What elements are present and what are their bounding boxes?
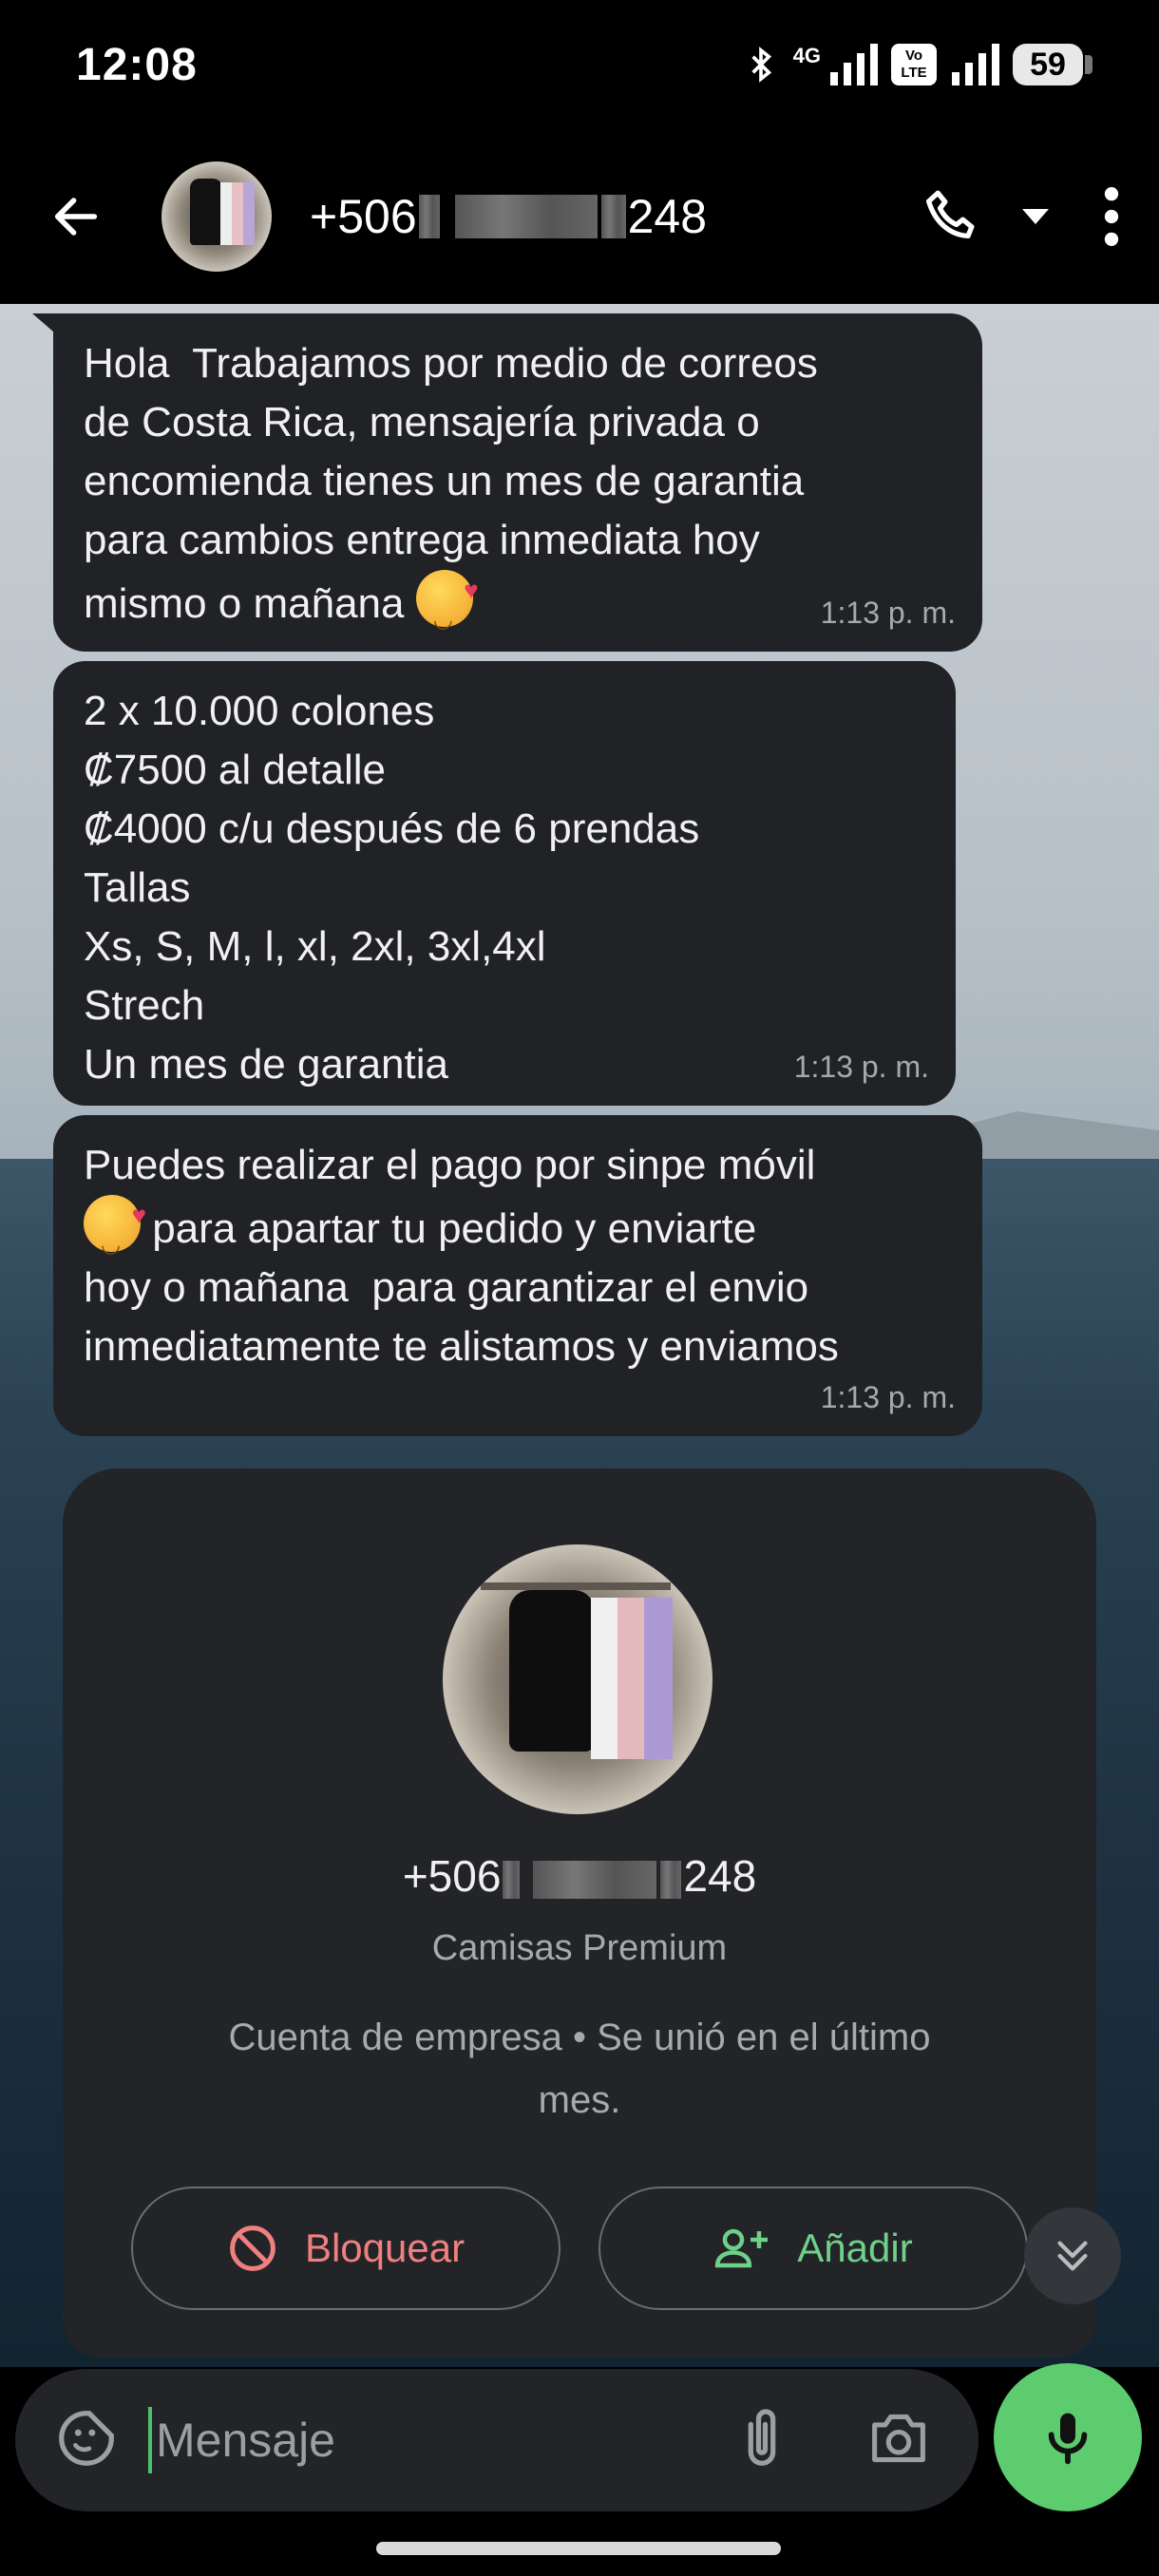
contact-number-prefix: +506 bbox=[310, 190, 417, 243]
card-number-prefix: +506 bbox=[402, 1851, 502, 1901]
contact-number-suffix: 248 bbox=[627, 190, 708, 243]
message-bubble[interactable]: Hola Trabajamos por medio de correos de … bbox=[53, 313, 982, 652]
message-line: para apartar tu pedido y enviarte bbox=[84, 1185, 954, 1275]
message-time: 1:13 p. m. bbox=[820, 1380, 956, 1414]
message-bubble[interactable]: Puedes realizar el pago por sinpe móvil … bbox=[53, 1115, 982, 1436]
redacted-block bbox=[600, 195, 626, 238]
block-button[interactable]: Bloquear bbox=[131, 2187, 560, 2310]
smiling-face-with-hearts-icon bbox=[84, 1185, 146, 1275]
header-actions bbox=[920, 183, 1121, 250]
card-number-suffix: 248 bbox=[683, 1851, 757, 1901]
card-contact-number: +506 248 bbox=[63, 1850, 1096, 1902]
account-description-line: Cuenta de empresa • Se unió en el último bbox=[228, 2017, 931, 2058]
attach-icon[interactable] bbox=[733, 2405, 790, 2476]
voice-message-button[interactable] bbox=[994, 2363, 1142, 2511]
back-arrow-icon[interactable] bbox=[38, 179, 114, 255]
business-name: Camisas Premium bbox=[431, 1928, 728, 1968]
chat-header: +506 248 bbox=[0, 129, 1159, 304]
status-icons: 4G Vo LTE 59 bbox=[742, 42, 1092, 87]
add-contact-button[interactable]: Añadir bbox=[598, 2187, 1028, 2310]
gesture-handle[interactable] bbox=[376, 2542, 781, 2555]
signal-icon bbox=[830, 44, 878, 85]
message-line: Strech bbox=[84, 982, 205, 1029]
more-vert-icon[interactable] bbox=[1102, 187, 1121, 246]
add-button-label: Añadir bbox=[797, 2226, 913, 2270]
sticker-icon[interactable] bbox=[53, 2405, 120, 2476]
redacted-block bbox=[454, 195, 598, 238]
contact-info-card: +506 248 Camisas Premium Cuenta de empres… bbox=[63, 1468, 1096, 2358]
volte-icon: Vo LTE bbox=[891, 44, 937, 85]
message-composer bbox=[15, 2369, 978, 2511]
text-cursor bbox=[148, 2407, 152, 2473]
message-line: Tallas bbox=[84, 864, 191, 911]
signal-icon-2 bbox=[952, 44, 999, 85]
message-line: Xs, S, M, l, xl, 2xl, 3xl,4xl bbox=[84, 923, 546, 970]
message-line: ₡4000 c/u después de 6 prendas bbox=[84, 805, 700, 852]
add-person-icon bbox=[715, 2228, 769, 2268]
redacted-block bbox=[418, 195, 440, 238]
message-line: 2 x 10.000 colones bbox=[84, 688, 435, 734]
contact-avatar-large[interactable] bbox=[443, 1544, 712, 1814]
redacted-block bbox=[503, 1860, 521, 1899]
dropdown-icon[interactable] bbox=[1020, 207, 1051, 226]
message-line: Hola Trabajamos por medio de correos bbox=[84, 340, 818, 387]
block-icon bbox=[230, 2226, 276, 2271]
phone-icon[interactable] bbox=[920, 183, 986, 250]
message-line: Puedes realizar el pago por sinpe móvil bbox=[84, 1142, 816, 1188]
block-button-label: Bloquear bbox=[304, 2226, 466, 2270]
status-time: 12:08 bbox=[76, 39, 198, 90]
message-line-text: para apartar tu pedido y enviarte bbox=[141, 1205, 757, 1252]
message-time: 1:13 p. m. bbox=[793, 1050, 929, 1084]
message-line: ₡7500 al detalle bbox=[84, 747, 387, 793]
network-type-label: 4G bbox=[792, 44, 821, 67]
message-input[interactable] bbox=[156, 2413, 688, 2468]
account-description: Cuenta de empresa • Se unió en el último… bbox=[167, 2006, 992, 2131]
microphone-icon bbox=[1048, 2413, 1088, 2465]
smiling-face-with-hearts-icon bbox=[415, 560, 479, 650]
scroll-to-bottom-button[interactable] bbox=[1024, 2207, 1121, 2304]
camera-icon[interactable] bbox=[866, 2409, 931, 2472]
composer-actions bbox=[733, 2405, 940, 2476]
message-line-text: mismo o mañana bbox=[84, 580, 405, 627]
message-line: de Costa Rica, mensajería privada o bbox=[84, 399, 760, 445]
message-line: para cambios entrega inmediata hoy bbox=[84, 517, 760, 563]
account-description-line: mes. bbox=[538, 2079, 621, 2121]
redacted-block bbox=[533, 1860, 657, 1899]
redacted-block bbox=[660, 1860, 682, 1899]
message-line: hoy o mañana para garantizar el envio bbox=[84, 1264, 809, 1311]
message-time: 1:13 p. m. bbox=[820, 596, 956, 630]
bluetooth-icon bbox=[751, 47, 771, 83]
contact-avatar[interactable] bbox=[162, 161, 272, 272]
contact-number-title[interactable]: +506 248 bbox=[310, 189, 707, 244]
status-bar: 12:08 4G Vo LTE 59 bbox=[0, 0, 1159, 129]
message-bubble[interactable]: 2 x 10.000 colones ₡7500 al detalle ₡400… bbox=[53, 661, 956, 1106]
battery-icon: 59 bbox=[1013, 44, 1092, 85]
message-line: encomienda tienes un mes de garantia bbox=[84, 458, 805, 504]
double-chevron-down-icon bbox=[1057, 2241, 1088, 2271]
